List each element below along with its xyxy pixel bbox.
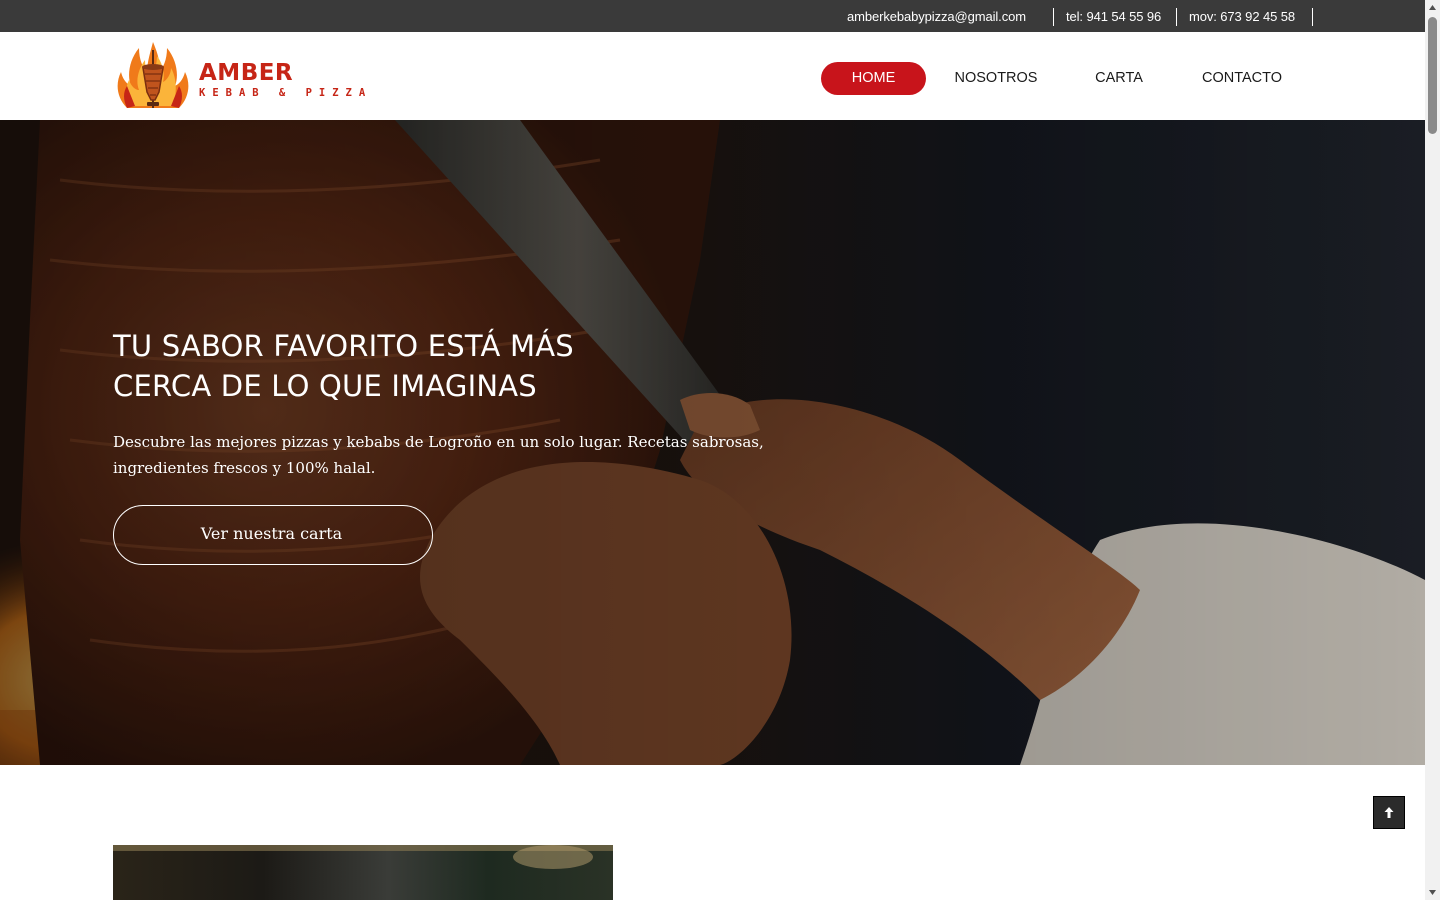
hero-section: TU SABOR FAVORITO ESTÁ MÁS CERCA DE LO Q… — [0, 120, 1425, 765]
brand-logo[interactable]: AMBER KEBAB & PIZZA — [113, 40, 365, 112]
divider — [1053, 8, 1054, 26]
contact-phone[interactable]: tel: 941 54 55 96 — [1066, 9, 1161, 24]
nav-home[interactable]: HOME — [821, 62, 926, 95]
page-scrollbar[interactable] — [1425, 0, 1440, 900]
arrow-up-icon — [1384, 807, 1394, 818]
brand-tagline: KEBAB & PIZZA — [199, 87, 373, 99]
kebab-flame-logo-icon — [117, 42, 189, 108]
hero-subtitle: Descubre las mejores pizzas y kebabs de … — [113, 433, 764, 477]
divider — [1312, 8, 1313, 26]
section-image — [113, 845, 613, 900]
nav-contacto[interactable]: CONTACTO — [1192, 62, 1292, 95]
scrollbar-thumb[interactable] — [1428, 17, 1437, 134]
hero-title: TU SABOR FAVORITO ESTÁ MÁS CERCA DE LO Q… — [113, 329, 574, 403]
nav-nosotros[interactable]: NOSOTROS — [946, 62, 1046, 95]
brand-name: AMBER — [199, 60, 294, 86]
contact-email[interactable]: amberkebabypizza@gmail.com — [847, 9, 1026, 24]
divider — [1176, 8, 1177, 26]
top-contact-bar: amberkebabypizza@gmail.com tel: 941 54 5… — [0, 0, 1425, 32]
site-header: AMBER KEBAB & PIZZA HOME NOSOTROS CARTA … — [0, 32, 1425, 120]
view-menu-button[interactable]: Ver nuestra carta — [113, 505, 433, 565]
page: amberkebabypizza@gmail.com tel: 941 54 5… — [0, 0, 1425, 900]
contact-mobile[interactable]: mov: 673 92 45 58 — [1189, 9, 1295, 24]
section-photo — [113, 845, 613, 900]
nav-carta[interactable]: CARTA — [1082, 62, 1156, 95]
triangle-down-icon[interactable] — [1425, 885, 1440, 900]
triangle-up-icon[interactable] — [1425, 0, 1440, 15]
scroll-to-top-button[interactable] — [1373, 796, 1405, 829]
